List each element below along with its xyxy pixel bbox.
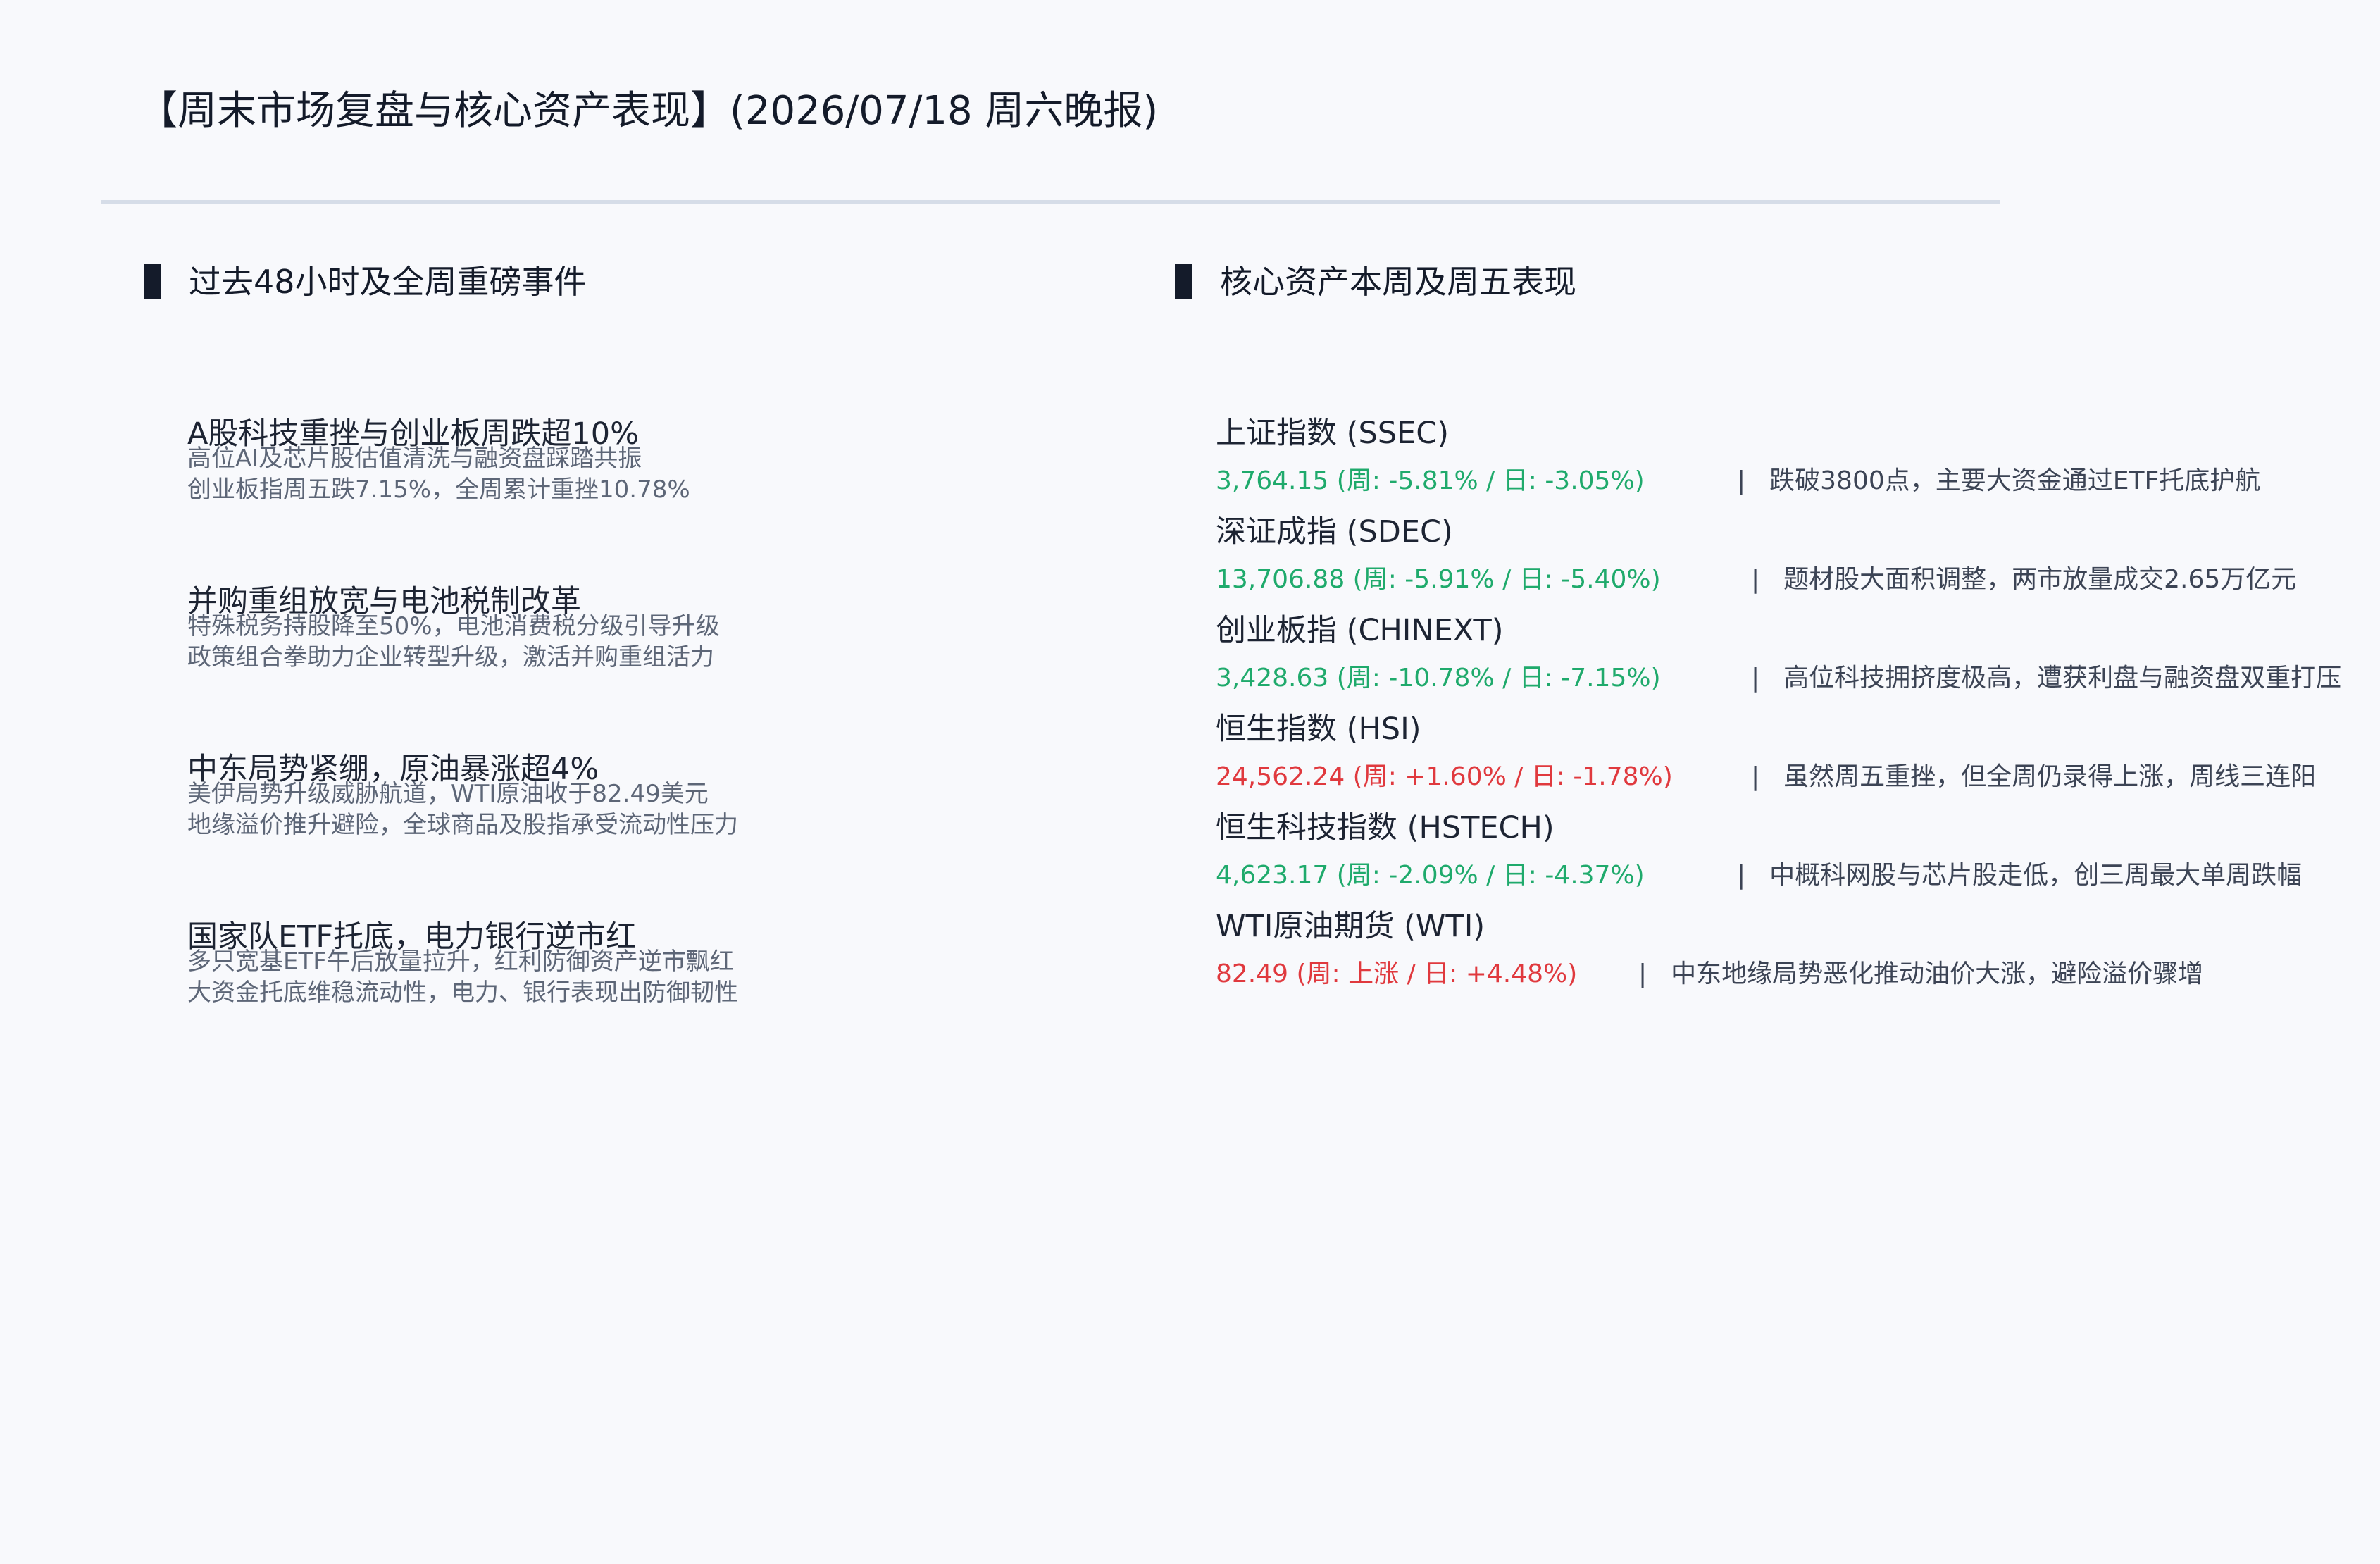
asset-name: WTI原油期货 (WTI) (1216, 909, 1485, 944)
asset-note: | 跌破3800点，主要大资金通过ETF托底护航 (1737, 465, 2260, 497)
asset-name: 深证成指 (SDEC) (1216, 514, 1453, 550)
asset-note: | 虽然周五重挫，但全周仍录得上涨，周线三连阳 (1751, 761, 2316, 793)
assets-section-title: 核心资产本周及周五表现 (1220, 263, 1576, 301)
asset-name: 创业板指 (CHINEXT) (1216, 613, 1504, 648)
event-item: 国家队ETF托底，电力银行逆市红 多只宽基ETF午后放量拉升，红利防御资产逆市飘… (187, 919, 1124, 1086)
event-detail: 多只宽基ETF午后放量拉升，红利防御资产逆市飘红 (187, 948, 734, 976)
asset-item: 创业板指 (CHINEXT) 3,428.63 (周: -10.78% / 日:… (1216, 610, 2371, 709)
asset-name: 恒生科技指数 (HSTECH) (1216, 810, 1555, 845)
event-detail: 创业板指周五跌7.15%，全周累计重挫10.78% (187, 476, 690, 504)
events-section-title: 过去48小时及全周重磅事件 (189, 263, 587, 301)
asset-name: 上证指数 (SSEC) (1216, 416, 1450, 451)
asset-separator: | (1751, 664, 1760, 693)
asset-item: 上证指数 (SSEC) 3,764.15 (周: -5.81% / 日: -3.… (1216, 413, 2371, 511)
event-detail: 大资金托底维稳流动性，电力、银行表现出防御韧性 (187, 979, 738, 1007)
asset-value: 24,562.24 (周: +1.60% / 日: -1.78%) (1216, 762, 1673, 791)
events-section-header: 过去48小时及全周重磅事件 (144, 261, 587, 303)
asset-note-text: 题材股大面积调整，两市放量成交2.65万亿元 (1783, 565, 2297, 594)
event-detail: 美伊局势升级威胁航道，WTI原油收于82.49美元 (187, 780, 709, 808)
event-detail: 高位AI及芯片股估值清洗与融资盘踩踏共振 (187, 445, 642, 473)
page-title: 【周末市场复盘与核心资产表现】(2026/07/18 周六晚报) (138, 88, 1159, 134)
asset-separator: | (1737, 466, 1746, 495)
event-detail: 特殊税务持股降至50%，电池消费税分级引导升级 (187, 612, 720, 640)
asset-value: 82.49 (周: 上涨 / 日: +4.48%) (1216, 960, 1578, 988)
event-detail: 政策组合拳助力企业转型升级，激活并购重组活力 (187, 643, 714, 671)
event-item: 并购重组放宽与电池税制改革 特殊税务持股降至50%，电池消费税分级引导升级 政策… (187, 583, 1124, 751)
asset-note: | 题材股大面积调整，两市放量成交2.65万亿元 (1751, 564, 2296, 596)
section-marker (144, 264, 161, 299)
asset-note: | 中概科网股与芯片股走低，创三周最大单周跌幅 (1737, 859, 2302, 892)
asset-note: | 高位科技拥挤度极高，遭获利盘与融资盘双重打压 (1751, 662, 2341, 695)
title-divider (101, 200, 2000, 204)
asset-note-text: 虽然周五重挫，但全周仍录得上涨，周线三连阳 (1783, 762, 2317, 791)
asset-note-text: 中东地缘局势恶化推动油价大涨，避险溢价骤增 (1671, 960, 2204, 988)
event-item: A股科技重挫与创业板周跌超10% 高位AI及芯片股估值清洗与融资盘踩踏共振 创业… (187, 416, 1124, 583)
asset-value: 3,764.15 (周: -5.81% / 日: -3.05%) (1216, 466, 1645, 495)
asset-name: 恒生指数 (HSI) (1216, 712, 1421, 747)
asset-note-text: 中概科网股与芯片股走低，创三周最大单周跌幅 (1769, 861, 2303, 890)
section-marker (1175, 264, 1192, 299)
asset-separator: | (1638, 960, 1647, 988)
asset-item: 恒生科技指数 (HSTECH) 4,623.17 (周: -2.09% / 日:… (1216, 807, 2371, 906)
asset-value: 13,706.88 (周: -5.91% / 日: -5.40%) (1216, 565, 1661, 594)
asset-item: 深证成指 (SDEC) 13,706.88 (周: -5.91% / 日: -5… (1216, 511, 2371, 610)
asset-item: WTI原油期货 (WTI) 82.49 (周: 上涨 / 日: +4.48%) … (1216, 906, 2371, 1005)
asset-item: 恒生指数 (HSI) 24,562.24 (周: +1.60% / 日: -1.… (1216, 709, 2371, 807)
event-item: 中东局势紧绷，原油暴涨超4% 美伊局势升级威胁航道，WTI原油收于82.49美元… (187, 751, 1124, 919)
asset-value: 3,428.63 (周: -10.78% / 日: -7.15%) (1216, 664, 1661, 693)
assets-section-header: 核心资产本周及周五表现 (1175, 261, 1576, 303)
asset-separator: | (1751, 762, 1760, 791)
asset-separator: | (1737, 861, 1746, 890)
event-detail: 地缘溢价推升避险，全球商品及股指承受流动性压力 (187, 811, 738, 839)
asset-value: 4,623.17 (周: -2.09% / 日: -4.37%) (1216, 861, 1645, 890)
asset-note: | 中东地缘局势恶化推动油价大涨，避险溢价骤增 (1638, 958, 2203, 991)
asset-note-text: 高位科技拥挤度极高，遭获利盘与融资盘双重打压 (1783, 664, 2342, 693)
asset-note-text: 跌破3800点，主要大资金通过ETF托底护航 (1769, 466, 2261, 495)
events-list: A股科技重挫与创业板周跌超10% 高位AI及芯片股估值清洗与融资盘踩踏共振 创业… (187, 416, 1124, 1086)
asset-separator: | (1751, 565, 1760, 594)
assets-list: 上证指数 (SSEC) 3,764.15 (周: -5.81% / 日: -3.… (1216, 413, 2371, 1005)
